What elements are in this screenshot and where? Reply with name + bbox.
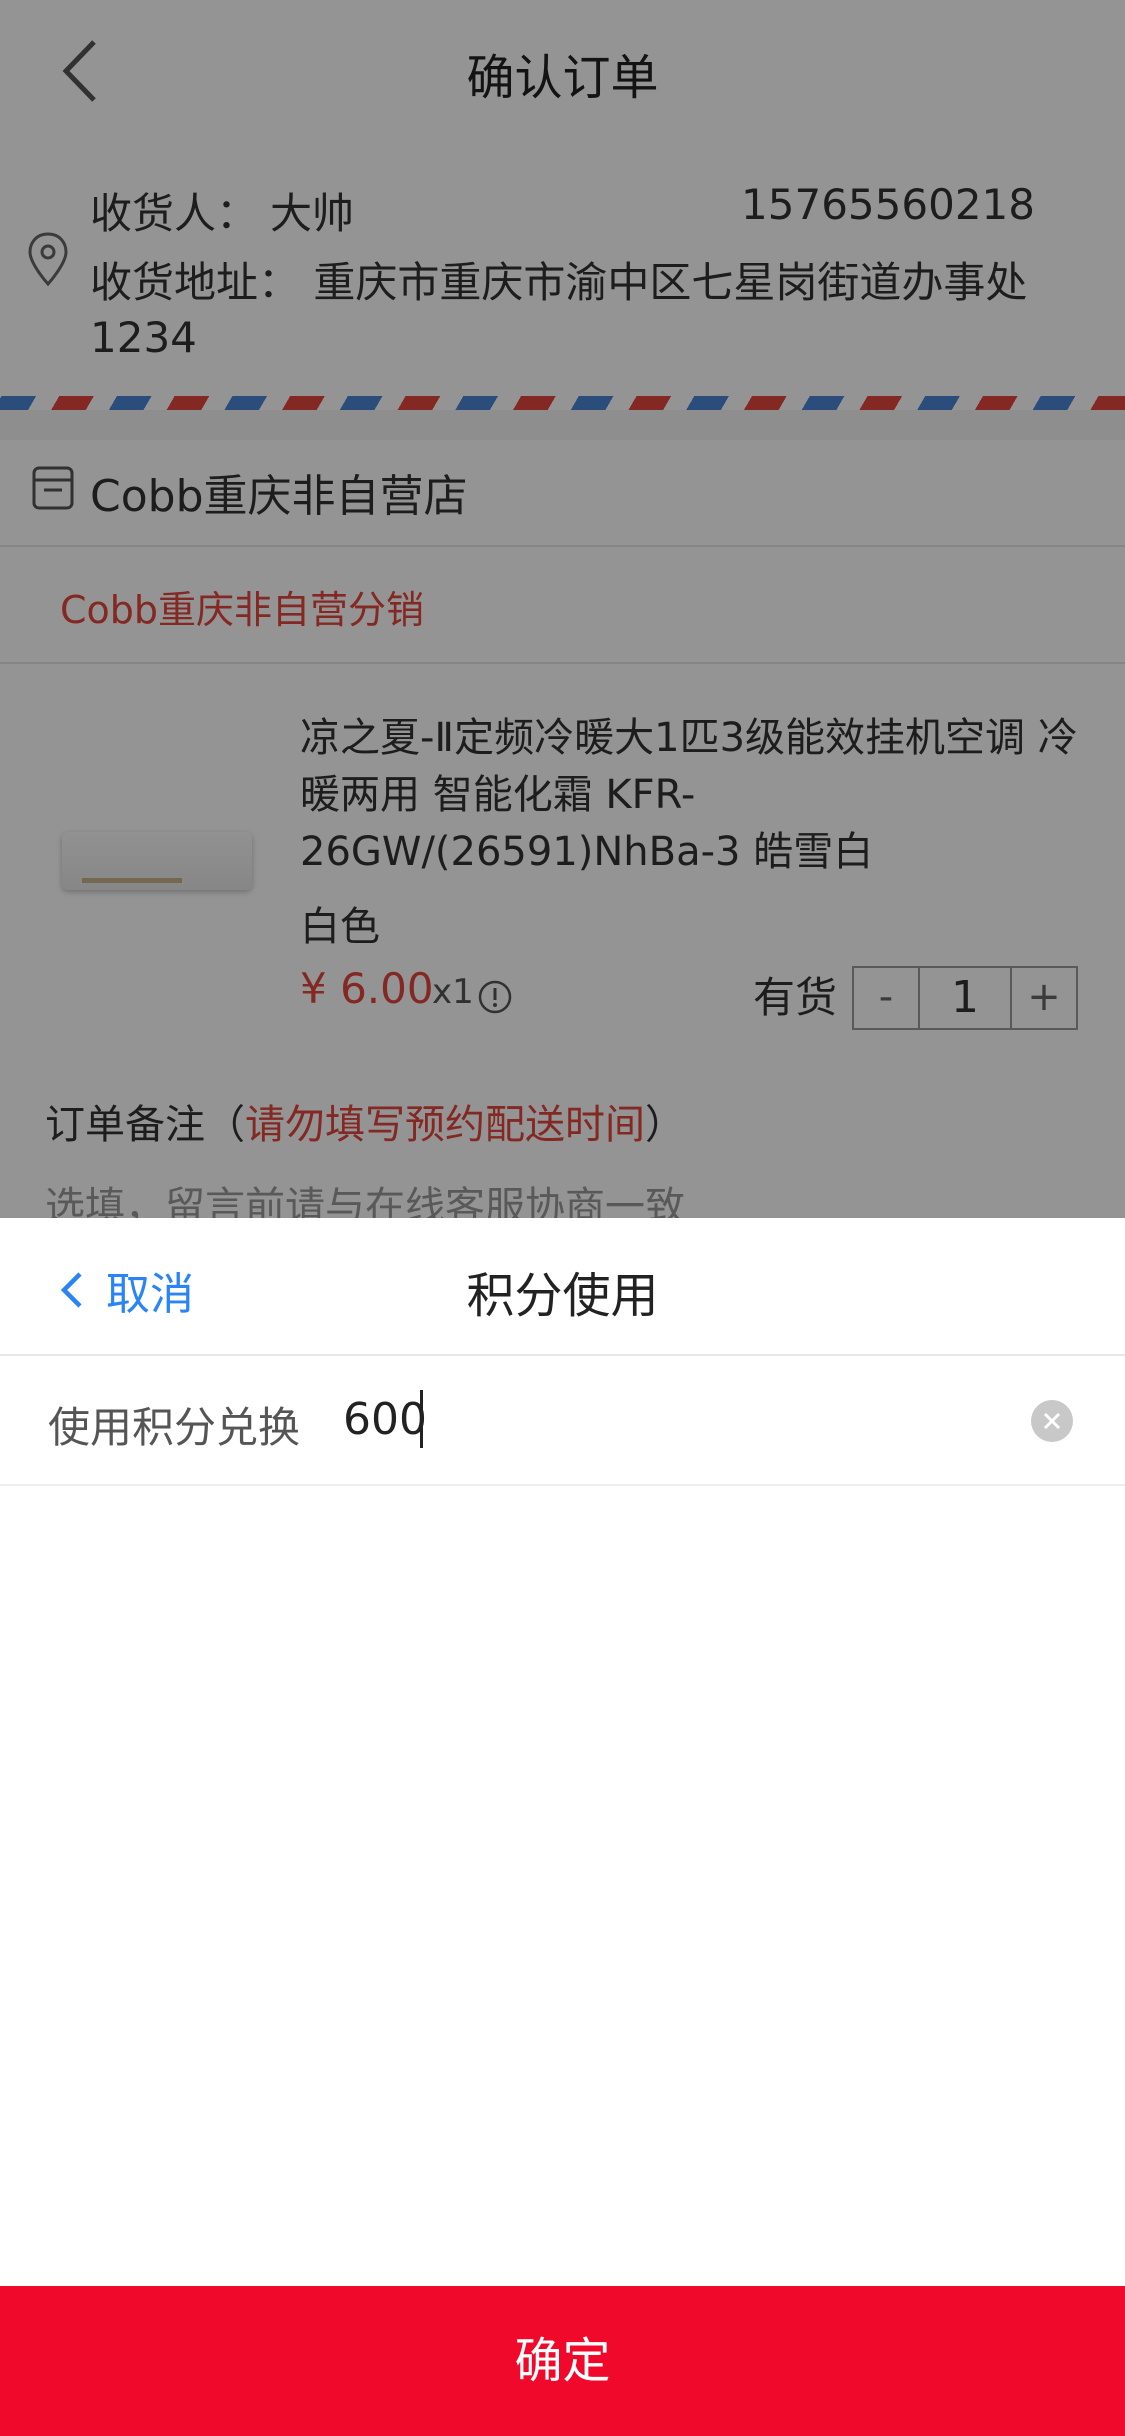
points-field-row: 使用积分兑换 [0,1356,1125,1486]
points-field-label: 使用积分兑换 [48,1403,301,1452]
sheet-title: 积分使用 [466,1268,659,1324]
confirm-button[interactable]: 确定 [0,2286,1125,2436]
text-caret [420,1390,423,1448]
close-icon [1043,1412,1061,1430]
points-sheet: 取消 积分使用 使用积分兑换 确定 [0,1218,1125,2436]
clear-button[interactable] [1031,1400,1073,1442]
order-confirm-page: 确认订单 收货人： 大帅 15765560218 收货地址： 重庆市重庆市渝中区七… [0,0,1125,1218]
points-input[interactable] [343,1384,1003,1454]
sheet-header: 取消 积分使用 [0,1218,1125,1356]
modal-overlay[interactable] [0,0,1125,1218]
